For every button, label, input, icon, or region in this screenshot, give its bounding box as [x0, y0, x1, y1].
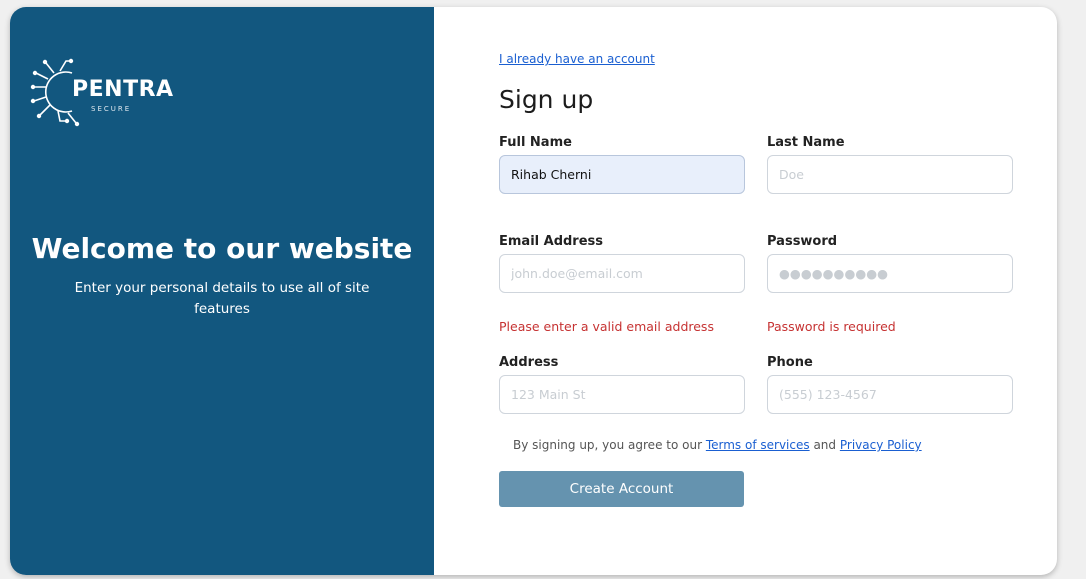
email-error: Please enter a valid email address: [499, 319, 714, 334]
password-label: Password: [767, 234, 838, 249]
already-have-account-link[interactable]: I already have an account: [499, 52, 655, 66]
terms-of-services-link[interactable]: Terms of services: [706, 438, 810, 452]
full-name-input[interactable]: [499, 155, 745, 194]
privacy-policy-link[interactable]: Privacy Policy: [840, 438, 922, 452]
terms-prefix: By signing up, you agree to our: [513, 438, 703, 452]
last-name-group: Last Name: [767, 135, 1013, 194]
email-label: Email Address: [499, 234, 604, 249]
brand-tagline: SECURE: [91, 105, 132, 113]
page-title: Sign up: [499, 85, 594, 114]
terms-notice: By signing up, you agree to our Terms of…: [513, 438, 922, 452]
welcome-block: Welcome to our website Enter your person…: [10, 232, 434, 320]
phone-input[interactable]: [767, 375, 1013, 414]
address-input[interactable]: [499, 375, 745, 414]
email-input[interactable]: [499, 254, 745, 293]
brand-logo: PENTRA SECURE: [30, 55, 173, 130]
full-name-group: Full Name: [499, 135, 745, 194]
signup-card: PENTRA SECURE Welcome to our website Ent…: [10, 7, 1057, 575]
create-account-button[interactable]: Create Account: [499, 471, 744, 507]
welcome-subtitle: Enter your personal details to use all o…: [74, 280, 370, 317]
last-name-input[interactable]: [767, 155, 1013, 194]
welcome-panel: PENTRA SECURE Welcome to our website Ent…: [10, 7, 434, 575]
signup-form: I already have an account Sign up Full N…: [434, 7, 1057, 575]
phone-label: Phone: [767, 355, 813, 370]
address-group: Address: [499, 355, 745, 414]
email-group: Email Address: [499, 234, 745, 293]
password-input[interactable]: [767, 254, 1013, 293]
phone-group: Phone: [767, 355, 1013, 414]
brand-name: PENTRA: [72, 77, 174, 102]
password-error: Password is required: [767, 319, 896, 334]
password-group: Password: [767, 234, 1013, 293]
terms-joiner: and: [813, 438, 837, 452]
full-name-label: Full Name: [499, 135, 572, 150]
welcome-title: Welcome to our website: [31, 232, 413, 265]
address-label: Address: [499, 355, 559, 370]
last-name-label: Last Name: [767, 135, 845, 150]
